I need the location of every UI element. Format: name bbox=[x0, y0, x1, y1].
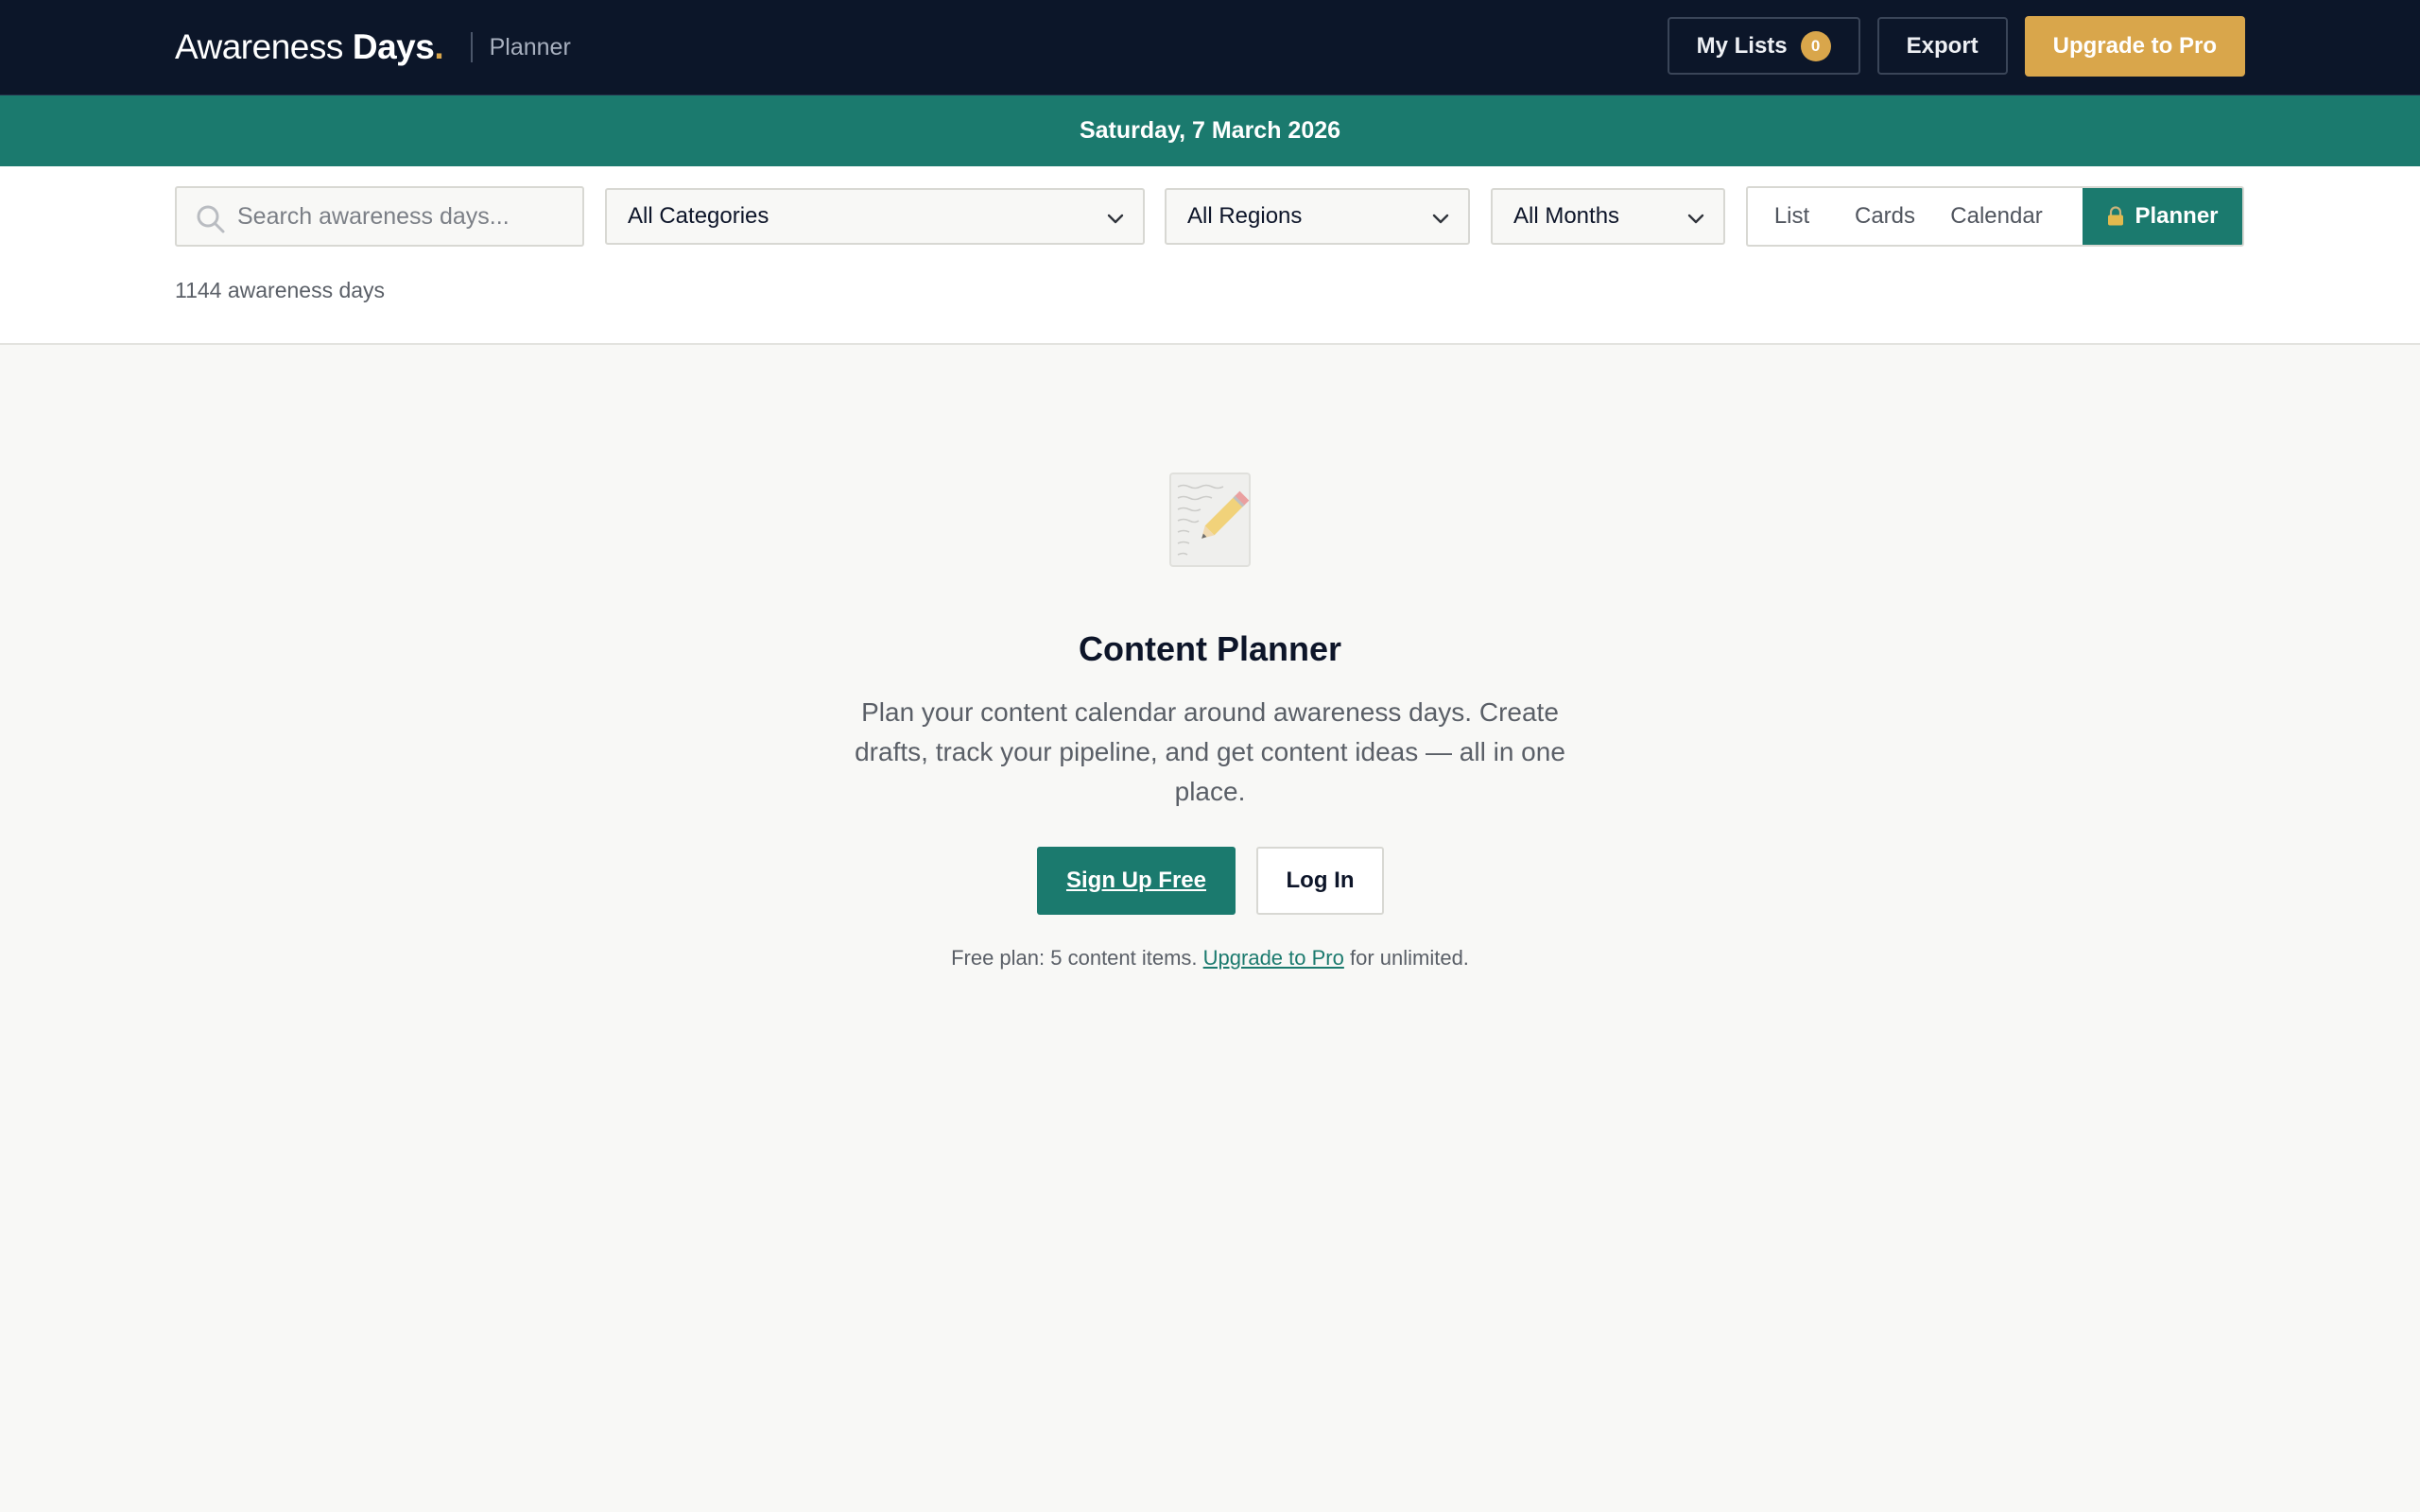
brand-name-light: Awareness bbox=[175, 27, 343, 66]
upgrade-to-pro-link[interactable]: Upgrade to Pro bbox=[1203, 946, 1344, 970]
brand-divider bbox=[470, 32, 473, 62]
memo-pencil-icon bbox=[1169, 472, 1251, 567]
export-button[interactable]: Export bbox=[1876, 17, 2008, 75]
month-select-value: All Months bbox=[1513, 203, 1620, 229]
my-lists-button[interactable]: My Lists 0 bbox=[1667, 17, 1860, 75]
planner-title: Content Planner bbox=[1078, 629, 1341, 668]
search-input[interactable] bbox=[237, 188, 573, 245]
planner-description: Plan your content calendar around awaren… bbox=[855, 697, 1565, 806]
view-cards-button[interactable]: Cards bbox=[1836, 188, 1934, 245]
brand-name-bold: Days bbox=[352, 27, 435, 66]
date-banner: Saturday, 7 March 2026 bbox=[0, 95, 2420, 166]
free-plan-note-suffix: for unlimited. bbox=[1343, 946, 1469, 970]
view-calendar-button[interactable]: Calendar bbox=[1934, 188, 2059, 245]
search-icon bbox=[197, 205, 225, 233]
chevron-down-icon bbox=[1432, 214, 1449, 224]
section-label: Planner bbox=[489, 33, 571, 60]
current-date: Saturday, 7 March 2026 bbox=[1079, 117, 1341, 144]
chevron-down-icon bbox=[1687, 214, 1704, 224]
view-list-button[interactable]: List bbox=[1748, 188, 1836, 245]
view-switcher: List Cards Calendar Planner bbox=[1746, 186, 2244, 247]
brand-dot: . bbox=[434, 27, 444, 66]
upgrade-to-pro-button[interactable]: Upgrade to Pro bbox=[2024, 16, 2245, 77]
region-select[interactable]: All Regions bbox=[1165, 188, 1470, 245]
category-select-value: All Categories bbox=[628, 203, 769, 229]
sign-up-free-button[interactable]: Sign Up Free bbox=[1037, 847, 1236, 915]
view-planner-label: Planner bbox=[2135, 203, 2219, 229]
category-select[interactable]: All Categories bbox=[605, 188, 1145, 245]
planner-actions: Sign Up Free Log In bbox=[1037, 847, 1384, 915]
filter-bar: All Categories All Regions All Months Li… bbox=[0, 166, 2420, 345]
my-lists-count-badge: 0 bbox=[1800, 30, 1831, 61]
top-navigation: Awareness Days . Planner My Lists 0 Expo… bbox=[0, 0, 2420, 95]
view-planner-button[interactable]: Planner bbox=[2083, 188, 2242, 245]
region-select-value: All Regions bbox=[1187, 203, 1303, 229]
header-actions: My Lists 0 Export Upgrade to Pro bbox=[1667, 16, 2245, 77]
chevron-down-icon bbox=[1107, 214, 1124, 224]
log-in-button[interactable]: Log In bbox=[1256, 847, 1384, 915]
my-lists-label: My Lists bbox=[1696, 32, 1788, 59]
brand-logo[interactable]: Awareness Days . Planner bbox=[175, 25, 571, 70]
free-plan-note-text: Free plan: 5 content items. bbox=[951, 946, 1203, 970]
free-plan-note: Free plan: 5 content items. Upgrade to P… bbox=[0, 946, 2420, 971]
result-count: 1144 awareness days bbox=[175, 278, 386, 302]
lock-icon bbox=[2108, 206, 2124, 226]
search-box[interactable] bbox=[175, 186, 584, 247]
month-select[interactable]: All Months bbox=[1491, 188, 1725, 245]
